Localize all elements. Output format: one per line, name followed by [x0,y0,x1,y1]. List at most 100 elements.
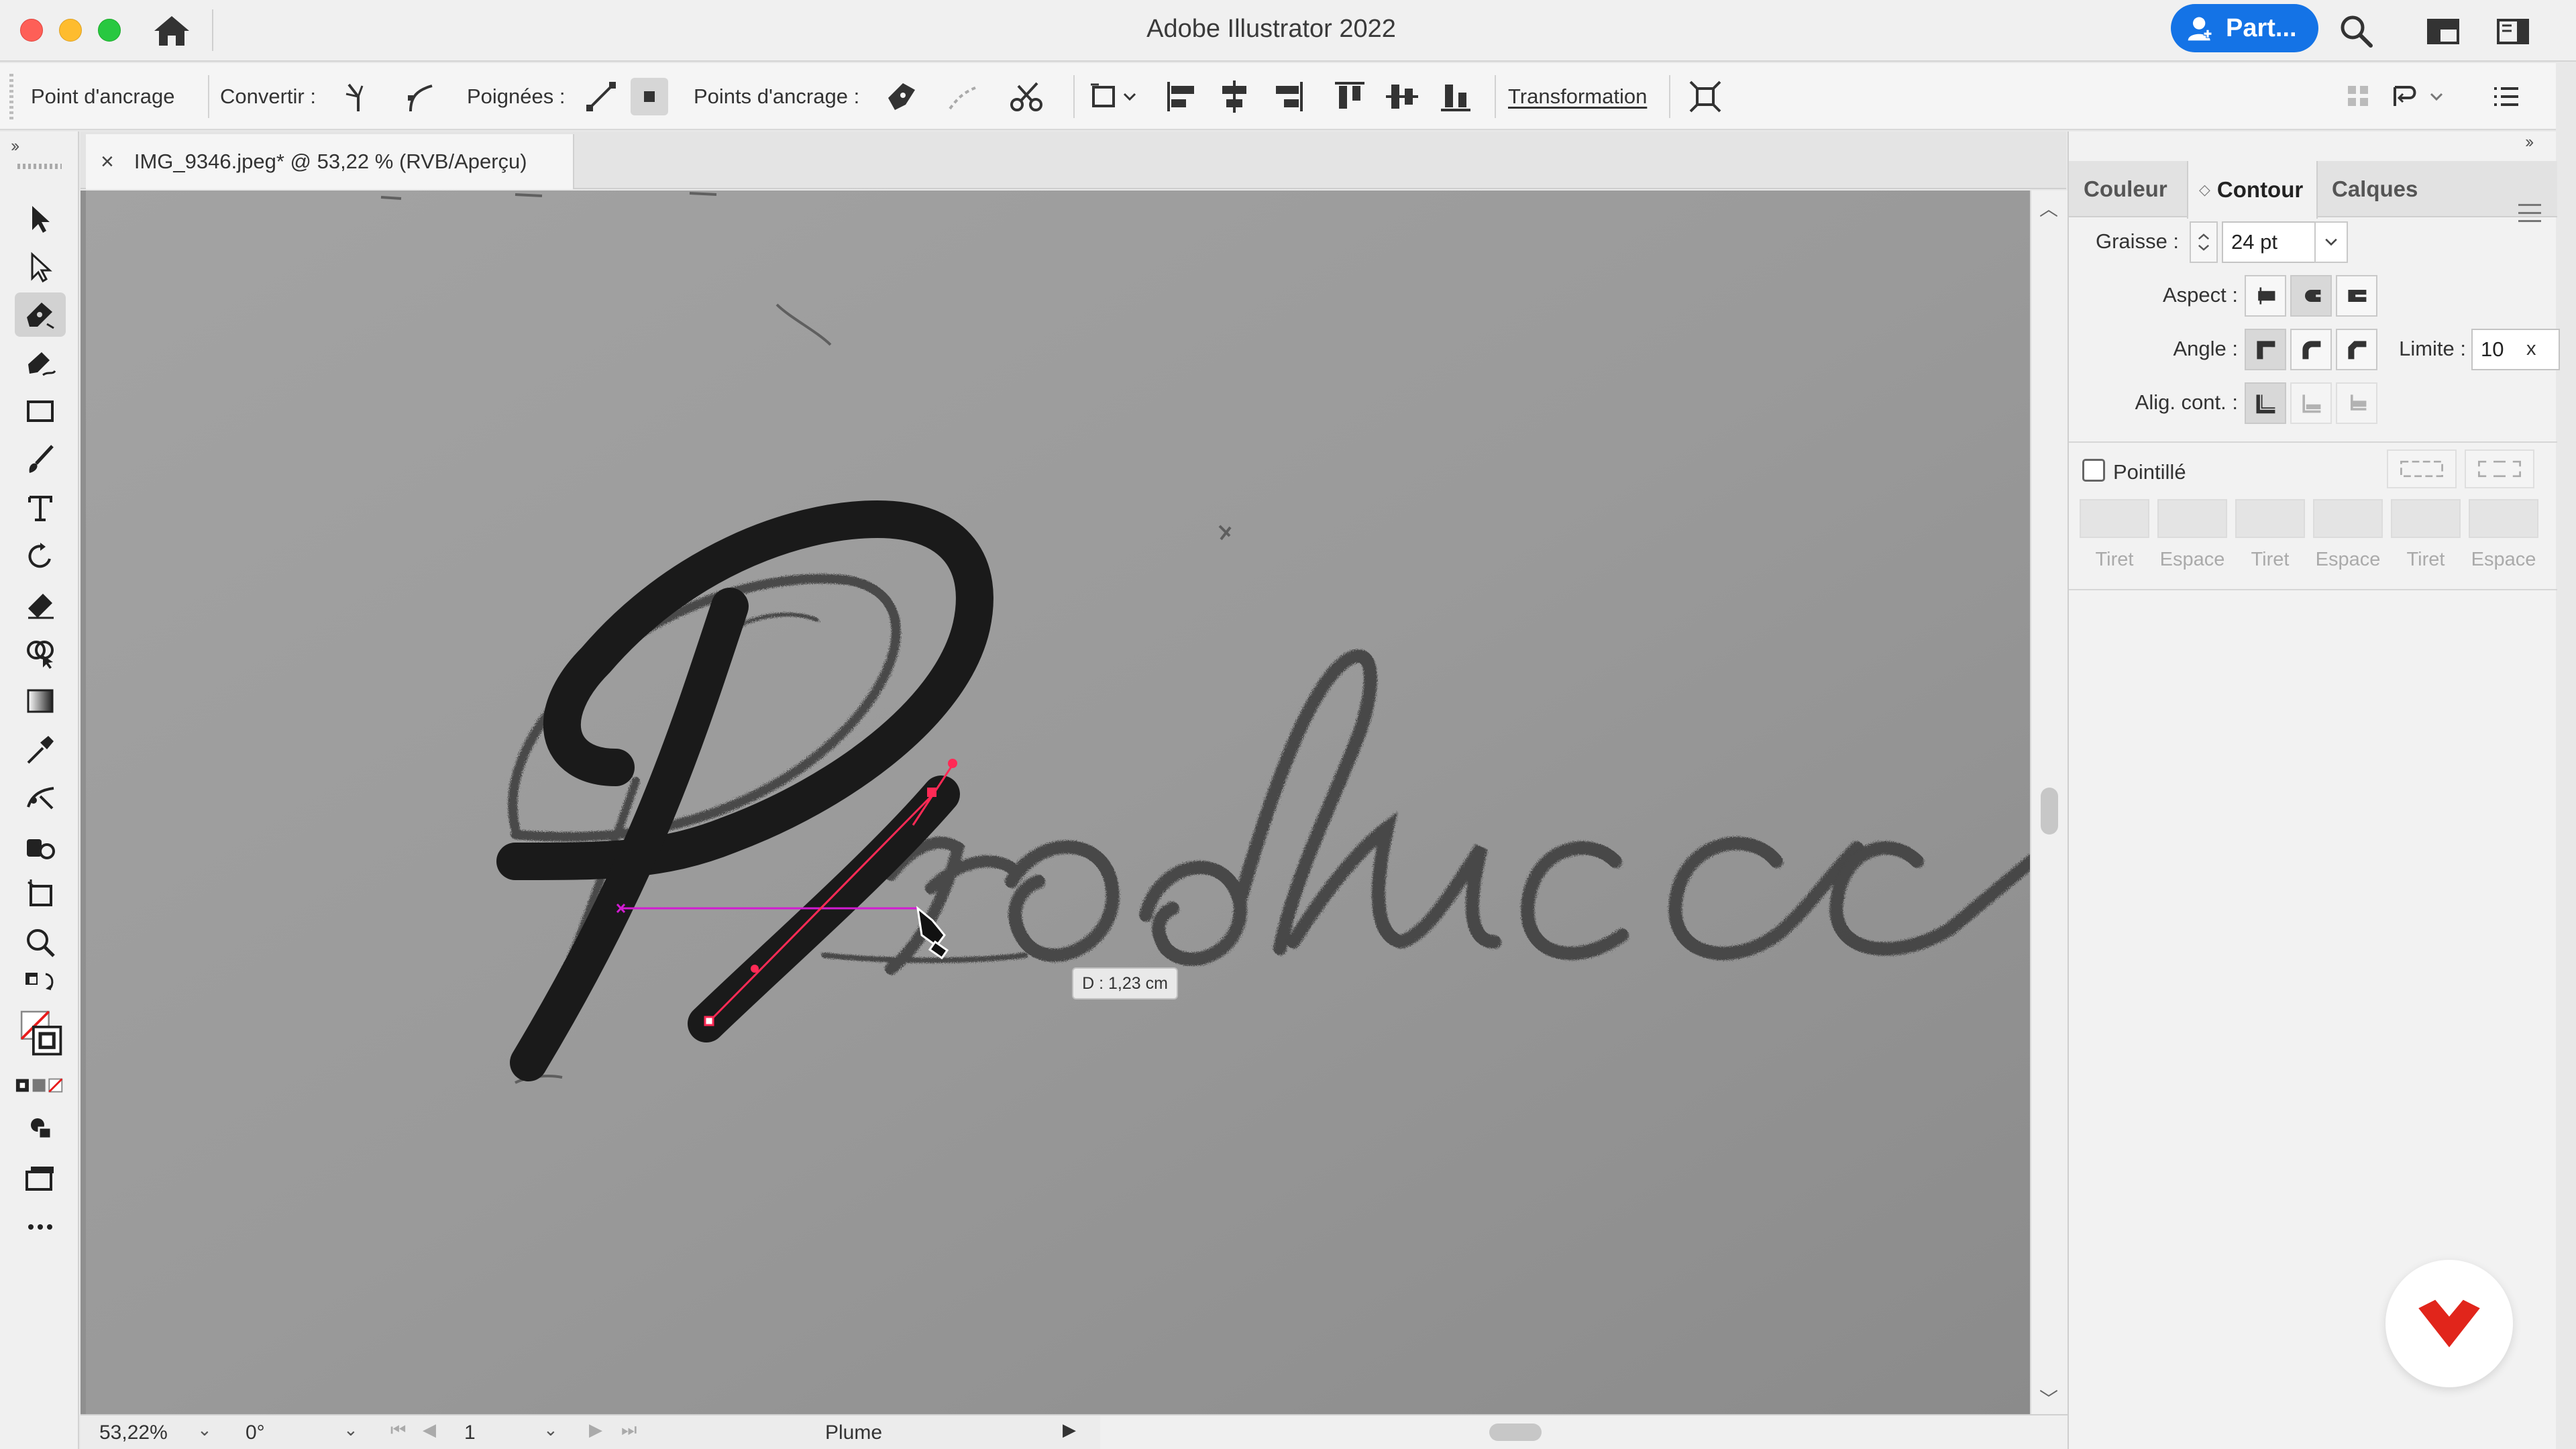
control-bar-menu-icon[interactable] [2487,78,2525,115]
artboard-tool-icon[interactable] [15,872,66,916]
weight-input[interactable]: 24 pt [2222,221,2316,263]
workspace-layout-icon[interactable] [2424,12,2462,50]
align-stroke-inside-icon[interactable] [2290,382,2332,424]
zoom-level[interactable]: 53,22% [99,1418,168,1448]
show-handles-icon[interactable] [582,78,620,115]
direct-selection-tool-icon[interactable] [15,246,66,290]
control-bar-grip[interactable] [9,74,13,119]
direction-handle-point[interactable] [948,759,957,768]
collapse-tools-icon[interactable]: ›› [11,136,19,156]
dash-2-input[interactable] [2235,499,2305,538]
align-left-icon[interactable] [1163,78,1201,115]
scroll-up-arrow-icon[interactable]: ︿ [2039,195,2058,221]
gradient-tool-icon[interactable] [15,679,66,723]
canvas[interactable]: D : 1,23 cm [80,191,2068,1414]
gap-1-input[interactable] [2157,499,2227,538]
zoom-tool-icon[interactable] [15,920,66,965]
previous-artboard-icon[interactable]: ◀ [423,1419,436,1440]
paintbrush-tool-icon[interactable] [15,437,66,482]
align-to-dropdown-icon[interactable] [1088,78,1142,115]
gap-3-input[interactable] [2469,499,2538,538]
tab-stroke[interactable]: ◇ Contour [2187,161,2318,219]
artwork[interactable] [86,191,2030,1414]
align-top-icon[interactable] [1331,78,1368,115]
handle-point[interactable] [751,965,759,973]
start-anchor-point[interactable] [704,1016,714,1026]
color-mode-icon[interactable] [15,1071,66,1100]
convert-corner-icon[interactable] [339,78,377,115]
vertical-scroll-thumb[interactable] [2041,788,2058,835]
cut-path-icon[interactable] [1008,78,1045,115]
rotation-dropdown-icon[interactable]: ⌄ [343,1419,358,1440]
curvature-tool-icon[interactable] [15,341,66,385]
dash-preserve-icon[interactable] [2387,449,2457,488]
status-menu-arrow-icon[interactable]: ▶ [1063,1419,1076,1440]
horizontal-scroll-thumb[interactable] [1489,1424,1542,1441]
align-right-icon[interactable] [1269,78,1307,115]
weight-stepper-icon[interactable] [2190,221,2218,263]
zoom-dropdown-icon[interactable]: ⌄ [197,1419,212,1440]
eyedropper-tool-icon[interactable] [15,727,66,771]
dash-3-input[interactable] [2391,499,2461,538]
swap-fill-stroke-icon[interactable] [15,969,66,998]
gap-2-input[interactable] [2313,499,2383,538]
close-tab-icon[interactable]: × [101,149,114,175]
dashed-line-checkbox[interactable] [2082,459,2105,482]
hide-handles-icon[interactable] [631,78,668,115]
text-wrap-dropdown-icon[interactable] [2390,78,2450,115]
eraser-tool-icon[interactable] [15,582,66,627]
artboard-dropdown-icon[interactable]: ⌄ [543,1419,558,1440]
weight-dropdown-icon[interactable] [2314,221,2348,263]
isolate-object-icon[interactable] [1686,78,1724,115]
selection-tool-icon[interactable] [15,197,66,241]
fill-stroke-swatch-icon[interactable] [15,1004,66,1064]
align-bottom-icon[interactable] [1437,78,1474,115]
add-anchor-pen-icon[interactable] [883,78,920,115]
search-icon[interactable] [2337,12,2375,50]
scroll-down-arrow-icon[interactable]: ﹀ [2039,1385,2058,1411]
projecting-cap-icon[interactable] [2336,275,2377,317]
pen-tool-icon[interactable] [15,292,66,337]
rectangle-tool-icon[interactable] [15,389,66,433]
align-stroke-center-icon[interactable] [2245,382,2286,424]
vertical-scrollbar[interactable]: ︿ ﹀ [2030,191,2068,1414]
dash-align-corners-icon[interactable] [2465,449,2534,488]
symbol-sprayer-tool-icon[interactable] [15,824,66,868]
first-artboard-icon[interactable]: ⏮ [390,1419,406,1441]
round-cap-icon[interactable] [2290,275,2332,317]
document-tab[interactable]: × IMG_9346.jpeg* @ 53,22 % (RVB/Aperçu) [86,134,574,189]
panel-toggle-icon[interactable] [2494,12,2532,50]
last-artboard-icon[interactable]: ⏭ [621,1419,637,1441]
dash-1-input[interactable] [2080,499,2149,538]
horizontal-scrollbar[interactable] [1100,1415,2068,1449]
type-tool-icon[interactable] [15,486,66,530]
convert-smooth-icon[interactable] [401,78,439,115]
panel-menu-icon[interactable] [2518,204,2541,223]
share-button[interactable]: Part... [2171,4,2318,52]
more-tools-icon[interactable] [15,1205,66,1249]
artboard-number[interactable]: 1 [464,1418,476,1448]
rotation-value[interactable]: 0° [246,1418,265,1448]
gap-3-label: Espace [2471,549,2536,570]
align-vertical-center-icon[interactable] [1383,78,1421,115]
miter-join-icon[interactable] [2245,329,2286,370]
rotate-tool-icon[interactable] [15,534,66,578]
screen-mode-icon[interactable] [15,1155,66,1199]
align-horizontal-center-icon[interactable] [1216,78,1253,115]
round-join-icon[interactable] [2290,329,2332,370]
remove-anchor-icon[interactable] [945,78,982,115]
end-anchor-point[interactable] [927,788,936,797]
draw-mode-icon[interactable] [15,1106,66,1150]
arrange-grid-icon[interactable] [2340,78,2377,115]
transform-link[interactable]: Transformation [1508,63,1647,130]
handles-label: Poignées : [467,85,566,108]
align-stroke-outside-icon[interactable] [2336,382,2377,424]
butt-cap-icon[interactable] [2245,275,2286,317]
next-artboard-icon[interactable]: ▶ [589,1419,602,1440]
tab-layers[interactable]: Calques [2332,161,2418,217]
collapse-panel-icon[interactable]: ›› [2525,131,2534,152]
shape-builder-tool-icon[interactable] [15,631,66,675]
puppet-warp-tool-icon[interactable] [15,775,66,820]
tab-color[interactable]: Couleur [2084,161,2167,217]
tools-grip[interactable] [17,164,62,169]
